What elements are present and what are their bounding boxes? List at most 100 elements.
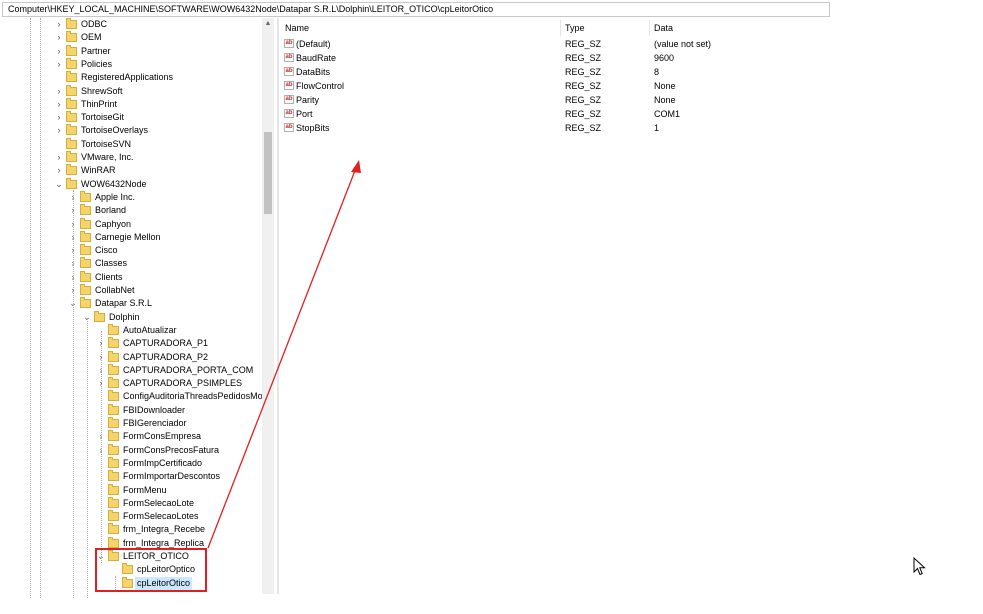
tree-item-label: TortoiseOverlays: [81, 125, 149, 136]
chevron-right-icon[interactable]: ›: [54, 151, 64, 164]
address-bar[interactable]: Computer\HKEY_LOCAL_MACHINE\SOFTWARE\WOW…: [2, 2, 830, 17]
value-data: (value not set): [654, 39, 712, 49]
column-separator[interactable]: [649, 20, 650, 36]
value-row[interactable]: ab (Default) REG_SZ (value not set): [280, 37, 830, 51]
value-row[interactable]: ab Port REG_SZ COM1: [280, 107, 830, 121]
folder-icon: [80, 217, 91, 229]
mouse-pointer-icon: [913, 557, 926, 576]
folder-icon: [66, 164, 77, 176]
folder-icon: [66, 71, 77, 83]
folder-icon: [108, 430, 119, 442]
tree-item-label: Caphyon: [95, 218, 132, 229]
chevron-right-icon[interactable]: ›: [54, 31, 64, 44]
tree-item-label: Datapar S.R.L: [95, 298, 153, 309]
tree-guide-line: [73, 190, 74, 598]
value-data: COM1: [654, 109, 681, 119]
chevron-right-icon[interactable]: ›: [54, 111, 64, 124]
tree-item-label: ConfigAuditoriaThreadsPedidosMo: [123, 391, 263, 402]
tree-connector: [54, 138, 64, 151]
folder-icon: [108, 390, 119, 402]
tree-item-label: CAPTURADORA_P2: [123, 351, 209, 362]
column-header-type[interactable]: Type: [565, 22, 585, 35]
registry-key-tree[interactable]: › ODBC › OEM › Partner › Policies RegisteredAppl…: [2, 18, 276, 598]
tree-item-label: FormImportarDescontos: [123, 471, 221, 482]
chevron-right-icon[interactable]: ›: [54, 164, 64, 177]
tree-item-label: Classes: [95, 258, 128, 269]
registry-values-list[interactable]: Name Type Data ab (Default) REG_SZ (value n…: [280, 18, 830, 598]
chevron-right-icon[interactable]: ›: [54, 98, 64, 111]
folder-icon: [66, 151, 77, 162]
scroll-thumb[interactable]: [264, 132, 272, 214]
tree-item-label: CollabNet: [95, 285, 135, 295]
tree-item-label: WinRAR: [81, 165, 116, 176]
string-value-icon: ab: [284, 67, 294, 76]
folder-icon: [66, 111, 77, 123]
chevron-right-icon[interactable]: ›: [54, 18, 64, 31]
tree-item-label: ShrewSoft: [81, 85, 123, 96]
value-type: REG_SZ: [565, 109, 602, 119]
tree-item-label: Clients: [95, 271, 123, 282]
chevron-right-icon[interactable]: ›: [54, 124, 64, 137]
tree-guide-line: [101, 331, 102, 563]
value-type: REG_SZ: [565, 53, 602, 63]
folder-icon: [108, 363, 119, 375]
folder-icon: [108, 403, 119, 415]
string-value-icon: ab: [284, 39, 294, 48]
folder-icon: [66, 137, 77, 149]
tree-guide-line: [87, 318, 88, 598]
folder-icon: [66, 44, 77, 56]
tree-item-label: ThinPrint: [81, 98, 118, 109]
string-value-icon: ab: [284, 95, 294, 104]
tree-item-label: RegisteredApplications: [81, 72, 174, 83]
folder-icon: [66, 97, 77, 109]
folder-icon: [108, 377, 119, 389]
value-row[interactable]: ab FlowControl REG_SZ None: [280, 79, 830, 93]
folder-icon: [66, 84, 77, 96]
tree-item-label: Policies: [81, 58, 113, 69]
folder-icon: [108, 470, 119, 482]
value-name: FlowControl: [296, 81, 345, 91]
value-row[interactable]: ab DataBits REG_SZ 8: [280, 65, 830, 79]
chevron-right-icon[interactable]: ›: [54, 45, 64, 58]
tree-item-label: FormConsPrecosFatura: [123, 444, 220, 455]
scroll-up-arrow-icon[interactable]: ▲: [262, 18, 274, 30]
value-name: Parity: [296, 95, 320, 105]
tree-item-label: frm_Integra_Recebe: [123, 524, 206, 535]
tree-scrollbar[interactable]: ▲: [262, 18, 274, 594]
tree-item-label: FBIDownloader: [123, 404, 186, 415]
value-data: 9600: [654, 53, 675, 63]
string-value-icon: ab: [284, 53, 294, 62]
folder-icon: [80, 230, 91, 242]
folder-icon: [80, 270, 91, 282]
value-name: BaudRate: [296, 53, 337, 63]
column-separator[interactable]: [560, 20, 561, 36]
folder-icon: [66, 177, 77, 189]
tree-item-label: CAPTURADORA_PSIMPLES: [123, 378, 243, 389]
value-name: DataBits: [296, 67, 331, 77]
value-row[interactable]: ab StopBits REG_SZ 1: [280, 121, 830, 135]
tree-item-label: FormMenu: [123, 484, 167, 495]
folder-icon: [108, 323, 119, 335]
value-row[interactable]: ab Parity REG_SZ None: [280, 93, 830, 107]
column-header-name[interactable]: Name: [285, 22, 309, 35]
folder-icon: [80, 204, 91, 216]
chevron-right-icon[interactable]: ›: [54, 58, 64, 71]
chevron-down-icon[interactable]: ⌄: [54, 178, 64, 191]
folder-icon: [108, 417, 119, 428]
tree-connector: [54, 71, 64, 84]
chevron-right-icon[interactable]: ›: [54, 85, 64, 98]
folder-icon: [80, 244, 91, 256]
value-row[interactable]: ab BaudRate REG_SZ 9600: [280, 51, 830, 65]
tree-guide-line: [30, 18, 31, 598]
string-value-icon: ab: [284, 109, 294, 118]
value-name: Port: [296, 109, 313, 119]
pane-splitter[interactable]: [277, 18, 279, 594]
tree-item-label: FBIGerenciador: [123, 418, 187, 428]
folder-icon: [66, 124, 77, 136]
tree-item-label: CAPTURADORA_P1: [123, 338, 209, 349]
column-header-data[interactable]: Data: [654, 22, 673, 35]
tree-item-label: Borland: [95, 205, 127, 216]
value-type: REG_SZ: [565, 123, 602, 133]
folder-icon: [108, 523, 119, 535]
folder-icon: [108, 496, 119, 508]
